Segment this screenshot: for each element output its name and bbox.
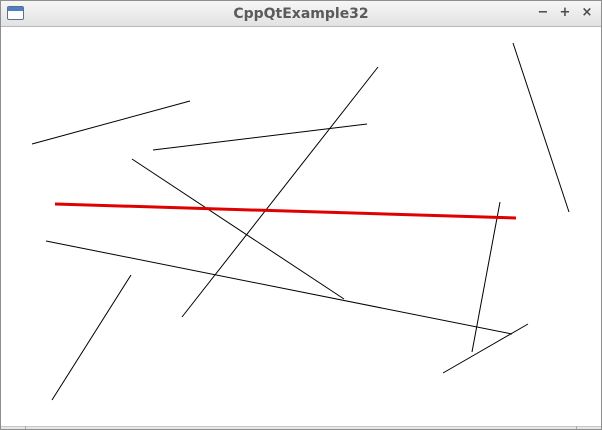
status-grip-left <box>25 426 26 429</box>
status-grip-right <box>576 426 577 429</box>
line-8[interactable] <box>471 201 501 353</box>
app-window-icon[interactable] <box>7 6 24 20</box>
close-button[interactable]: × <box>578 4 596 22</box>
line-3[interactable] <box>181 66 379 318</box>
line-7[interactable] <box>512 42 570 213</box>
title-bar[interactable]: CppQtExample32 − + × <box>1 1 601 27</box>
window-title: CppQtExample32 <box>233 6 369 22</box>
status-bar <box>1 426 601 429</box>
drawing-canvas[interactable] <box>3 27 599 426</box>
line-9[interactable] <box>442 323 529 374</box>
app-icon-bar <box>8 7 23 11</box>
line-6[interactable] <box>51 274 132 401</box>
line-canvas[interactable] <box>3 27 599 426</box>
minimize-button[interactable]: − <box>534 4 552 22</box>
line-5[interactable] <box>45 240 513 335</box>
app-window: CppQtExample32 − + × <box>0 0 602 430</box>
line-selected[interactable] <box>54 202 517 220</box>
maximize-button[interactable]: + <box>556 4 574 22</box>
line-4[interactable] <box>131 158 345 300</box>
line-2[interactable] <box>152 123 368 151</box>
line-1[interactable] <box>31 100 191 145</box>
